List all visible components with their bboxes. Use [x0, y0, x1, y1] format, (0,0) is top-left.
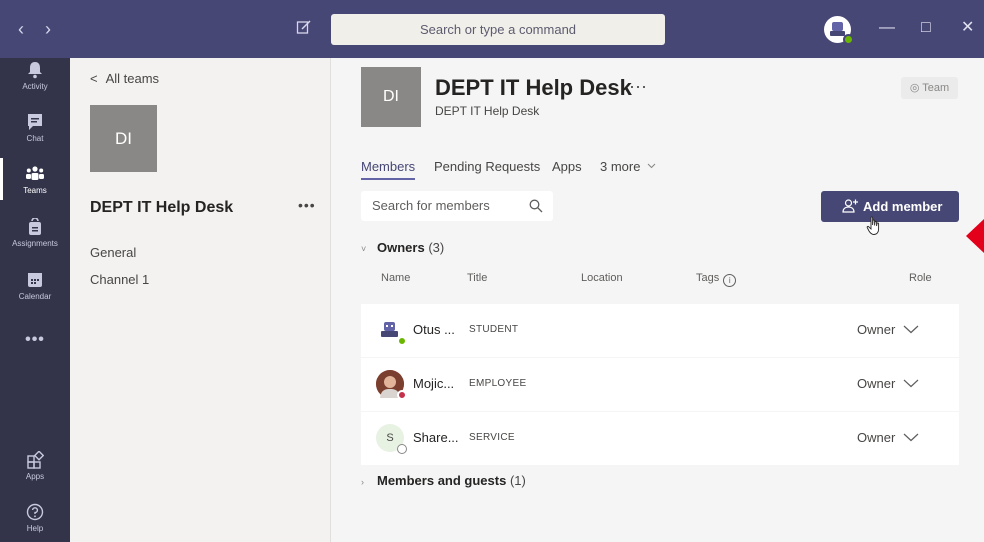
title-more-options-button[interactable]: ··· — [629, 76, 647, 97]
apps-icon — [27, 451, 44, 469]
presence-available-icon — [843, 34, 854, 45]
chevron-left-icon: < — [90, 71, 98, 86]
rail-more-apps-button[interactable]: ••• — [0, 331, 70, 349]
caret-right-icon: › — [361, 477, 364, 487]
team-more-options-button[interactable]: ••• — [298, 197, 316, 213]
eye-icon: ◎ — [909, 82, 923, 94]
tab-apps[interactable]: Apps — [552, 159, 582, 174]
rail-item-assignments[interactable]: Assignments — [0, 218, 70, 248]
teams-icon — [26, 166, 44, 180]
member-name: Otus ... — [413, 322, 455, 337]
active-tab-underline — [361, 178, 415, 180]
member-search-input[interactable]: Search for members — [361, 191, 553, 221]
profile-avatar[interactable] — [824, 16, 854, 45]
table-row: Otus ... STUDENT Owner — [361, 304, 959, 357]
assignments-icon — [29, 218, 41, 235]
table-row: S Share... SERVICE Owner — [361, 412, 959, 465]
page-subtitle: DEPT IT Help Desk — [435, 104, 540, 118]
column-header-role[interactable]: Role — [909, 272, 932, 284]
role-chevron-down-icon[interactable] — [903, 325, 919, 334]
info-icon[interactable]: i — [723, 274, 737, 287]
rail-item-help[interactable]: Help — [0, 503, 70, 533]
column-header-name[interactable]: Name — [381, 272, 410, 284]
manage-team-panel: DI DEPT IT Help Desk ··· DEPT IT Help De… — [331, 58, 984, 542]
member-title: STUDENT — [469, 324, 519, 335]
minimize-button[interactable]: — — [879, 18, 895, 38]
tab-pending-requests[interactable]: Pending Requests — [434, 159, 540, 174]
maximize-button[interactable]: □ — [921, 18, 931, 38]
rail-item-activity[interactable]: Activity — [0, 61, 70, 91]
table-row: Mojic... EMPLOYEE Owner — [361, 358, 959, 411]
team-avatar-header: DI — [361, 67, 421, 127]
member-title: EMPLOYEE — [469, 378, 527, 389]
presence-offline-icon — [397, 444, 407, 454]
presence-available-icon — [397, 336, 407, 346]
member-role[interactable]: Owner — [857, 322, 895, 337]
close-button[interactable]: ✕ — [961, 18, 974, 38]
members-guests-section-toggle[interactable]: › Members and guests (1) — [361, 473, 526, 488]
rail-item-calendar[interactable]: Calendar — [0, 271, 70, 301]
page-title: DEPT IT Help Desk — [435, 75, 632, 100]
help-icon — [26, 503, 44, 521]
member-role[interactable]: Owner — [857, 376, 895, 391]
back-nav-button[interactable]: ‹ — [18, 20, 24, 38]
command-search-input[interactable]: Search or type a command — [331, 14, 665, 45]
chevron-down-icon — [647, 163, 656, 169]
role-chevron-down-icon[interactable] — [903, 379, 919, 388]
owners-section-toggle[interactable]: ˅ Owners (3) — [361, 240, 444, 255]
tab-members[interactable]: Members — [361, 159, 415, 174]
channel-1[interactable]: Channel 1 — [90, 272, 149, 287]
member-name: Mojic... — [413, 376, 455, 391]
team-avatar: DI — [90, 105, 157, 172]
search-icon — [529, 199, 543, 213]
red-pointer-marker — [966, 219, 984, 253]
rail-item-chat[interactable]: Chat — [0, 113, 70, 143]
member-role[interactable]: Owner — [857, 430, 895, 445]
chat-icon — [28, 114, 42, 130]
column-header-tags[interactable]: Tags i — [696, 272, 737, 287]
team-name: DEPT IT Help Desk — [90, 199, 234, 216]
presence-busy-icon — [397, 390, 407, 400]
compose-icon[interactable] — [296, 19, 316, 39]
column-header-title[interactable]: Title — [467, 272, 487, 284]
tab-more[interactable]: 3 more — [600, 159, 656, 174]
hand-cursor-icon — [866, 216, 880, 235]
member-name: Share... — [413, 430, 459, 445]
member-title: SERVICE — [469, 432, 515, 443]
role-chevron-down-icon[interactable] — [903, 433, 919, 442]
all-teams-link[interactable]: < All teams — [90, 71, 159, 86]
calendar-icon — [28, 273, 42, 287]
team-badge: ◎ Team — [901, 77, 958, 99]
channel-general[interactable]: General — [90, 245, 136, 260]
caret-down-icon: ˅ — [361, 244, 367, 254]
team-nav-pane: < All teams DI DEPT IT Help Desk ••• Gene… — [70, 58, 331, 542]
bell-icon — [28, 62, 42, 79]
add-member-button[interactable]: Add member — [821, 191, 959, 222]
rail-item-teams[interactable]: Teams — [0, 165, 70, 195]
title-bar: ‹ › Search or type a command — □ ✕ — [0, 0, 984, 58]
column-header-location[interactable]: Location — [581, 272, 623, 284]
add-person-icon — [842, 199, 858, 213]
rail-item-apps[interactable]: Apps — [0, 451, 70, 481]
forward-nav-button[interactable]: › — [45, 20, 51, 38]
app-rail: Activity Chat Teams Assignments Calendar… — [0, 58, 70, 542]
